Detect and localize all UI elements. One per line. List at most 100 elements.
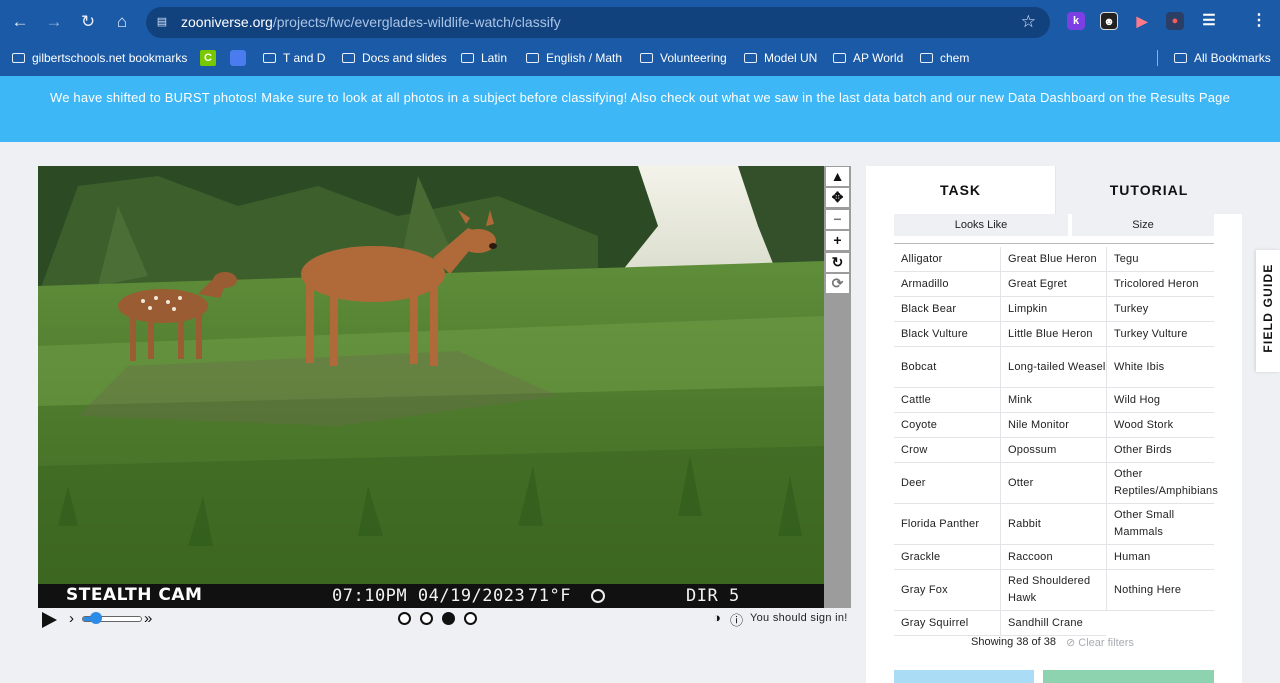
bookmark-label: AP World	[853, 51, 904, 65]
info-icon[interactable]: ⓘ	[730, 610, 743, 629]
species-choice[interactable]: Crow	[894, 438, 1000, 463]
bookmark-folder-docs[interactable]: Docs and slides	[342, 50, 447, 66]
species-choice[interactable]: Florida Panther	[894, 504, 1000, 545]
frame-dot[interactable]	[464, 612, 477, 625]
zoom-out-icon[interactable]: −	[826, 210, 849, 229]
extension-k-icon[interactable]: k	[1067, 12, 1085, 30]
species-choice[interactable]: Nile Monitor	[1000, 413, 1106, 438]
species-choice[interactable]: Coyote	[894, 413, 1000, 438]
forward-icon[interactable]: →	[42, 10, 66, 34]
zoom-in-icon[interactable]: +	[826, 231, 849, 250]
bookmark-managed-folder[interactable]: gilbertschools.net bookmarks	[12, 50, 187, 66]
bookmark-folder-volunteering[interactable]: Volunteering	[640, 50, 727, 66]
extensions-puzzle-icon[interactable]: ☰	[1200, 12, 1218, 30]
species-choice[interactable]: Black Bear	[894, 297, 1000, 322]
species-choice[interactable]: Human	[1106, 545, 1214, 570]
species-choice[interactable]: Other Small Mammals	[1106, 504, 1214, 545]
species-choice[interactable]: Nothing Here	[1106, 570, 1214, 611]
species-choice[interactable]: Tegu	[1106, 247, 1214, 272]
camera-timestamp: 07:10PM 04/19/2023	[332, 586, 526, 606]
bookmark-star-icon[interactable]: ☆	[1021, 12, 1036, 32]
species-choice[interactable]: Other Reptiles/Amphibians	[1106, 463, 1218, 504]
species-choice[interactable]: Cattle	[894, 388, 1000, 413]
home-icon[interactable]: ⌂	[110, 10, 134, 34]
extension-record-icon[interactable]: ●	[1166, 12, 1184, 30]
all-bookmarks-button[interactable]: All Bookmarks	[1174, 50, 1271, 66]
speed-slider-knob[interactable]	[90, 612, 102, 624]
filter-size-button[interactable]: Size	[1072, 214, 1214, 236]
species-choice[interactable]: Alligator	[894, 247, 1000, 272]
browser-menu-icon[interactable]: ⋮	[1250, 12, 1268, 30]
rotate-icon[interactable]: ↻	[826, 253, 849, 272]
species-choice[interactable]: Raccoon	[1000, 545, 1106, 570]
species-choice[interactable]: Mink	[1000, 388, 1106, 413]
url-text[interactable]: zooniverse.org/projects/fwc/everglades-w…	[181, 14, 561, 30]
pointer-tool-icon[interactable]: ▲	[826, 167, 849, 186]
tab-task[interactable]: TASK	[866, 166, 1055, 214]
reset-view-icon[interactable]: ⟳	[826, 274, 849, 293]
folder-icon	[640, 53, 653, 63]
frame-dot[interactable]	[398, 612, 411, 625]
species-choice[interactable]: Black Vulture	[894, 322, 1000, 347]
subject-viewer[interactable]: STEALTH CAM 07:10PM 04/19/2023 71°F DIR …	[38, 166, 824, 608]
species-choice[interactable]: Great Egret	[1000, 272, 1106, 297]
back-icon[interactable]: ←	[8, 10, 32, 34]
subject-photo[interactable]	[38, 166, 824, 584]
species-choice[interactable]: Otter	[1000, 463, 1106, 504]
bookmark-folder-ap-world[interactable]: AP World	[833, 50, 903, 66]
species-choice[interactable]: Gray Fox	[894, 570, 1000, 611]
bookmark-folder-t-and-d[interactable]: T and D	[263, 50, 325, 66]
frame-dot[interactable]	[420, 612, 433, 625]
browser-toolbar: ← → ↻ ⌂ ▤ zooniverse.org/projects/fwc/ev…	[0, 0, 1280, 44]
banner-text: We have shifted to BURST photos! Make su…	[49, 90, 1231, 105]
species-choice[interactable]: White Ibis	[1106, 347, 1214, 388]
species-choice[interactable]: Grackle	[894, 545, 1000, 570]
move-tool-icon[interactable]: ✥	[826, 188, 849, 207]
species-choice[interactable]: Armadillo	[894, 272, 1000, 297]
extension-avatar-icon[interactable]: ☻	[1100, 12, 1118, 30]
species-choice[interactable]: Rabbit	[1000, 504, 1106, 545]
bookmark-folder-english-math[interactable]: English / Math	[526, 50, 622, 66]
species-choice[interactable]: Great Blue Heron	[1000, 247, 1106, 272]
species-choice[interactable]: Turkey Vulture	[1106, 322, 1214, 347]
bookmark-label: Docs and slides	[362, 51, 447, 65]
species-choice[interactable]: Other Birds	[1106, 438, 1214, 463]
species-choice[interactable]: Gray Squirrel	[894, 611, 1000, 636]
bookmark-folder-model-un[interactable]: Model UN	[744, 50, 817, 66]
field-guide-tab[interactable]: FIELD GUIDE	[1256, 250, 1280, 372]
done-and-talk-button[interactable]	[894, 670, 1034, 683]
frame-dot-active[interactable]	[442, 612, 455, 625]
done-button[interactable]	[1043, 670, 1214, 683]
species-choice[interactable]: Sandhill Crane	[1000, 611, 1106, 636]
bookmark-app-icon[interactable]	[230, 50, 246, 66]
bookmark-folder-latin[interactable]: Latin	[461, 50, 507, 66]
bookmark-folder-chem[interactable]: chem	[920, 50, 969, 66]
species-choice[interactable]: Little Blue Heron	[1000, 322, 1106, 347]
species-choice[interactable]: Tricolored Heron	[1106, 272, 1214, 297]
species-choice[interactable]: Opossum	[1000, 438, 1106, 463]
sign-in-prompt[interactable]: You should sign in!	[750, 612, 848, 624]
bookmark-app-c[interactable]: C	[200, 50, 216, 66]
tab-tutorial[interactable]: TUTORIAL	[1055, 166, 1242, 214]
clear-filters-link[interactable]: ⊘ Clear filters	[1066, 636, 1134, 649]
play-icon[interactable]	[42, 612, 57, 628]
species-choice[interactable]: Wild Hog	[1106, 388, 1214, 413]
faster-icon[interactable]: »	[144, 610, 152, 627]
filter-label: Looks Like	[954, 219, 1008, 231]
species-choice[interactable]: Bobcat	[894, 347, 1000, 388]
reload-icon[interactable]: ↻	[76, 10, 100, 34]
species-choice[interactable]: Limpkin	[1000, 297, 1106, 322]
site-info-icon[interactable]: ▤	[155, 15, 169, 29]
slower-icon[interactable]: ›	[69, 610, 74, 627]
url-path: /projects/fwc/everglades-wildlife-watch/…	[272, 14, 561, 30]
species-choice[interactable]: Long-tailed Weasel	[1000, 347, 1106, 388]
filter-looks-like-button[interactable]: Looks Like	[894, 214, 1068, 236]
extension-media-icon[interactable]: ▶	[1133, 12, 1151, 30]
species-choice[interactable]: Red Shouldered Hawk	[1000, 570, 1106, 611]
filter-label: Size	[1132, 219, 1154, 231]
address-bar[interactable]: ▤ zooniverse.org/projects/fwc/everglades…	[146, 7, 1050, 38]
invert-icon[interactable]: ◑	[713, 610, 721, 625]
species-choice[interactable]: Wood Stork	[1106, 413, 1214, 438]
species-choice[interactable]: Deer	[894, 463, 1000, 504]
species-choice[interactable]: Turkey	[1106, 297, 1214, 322]
